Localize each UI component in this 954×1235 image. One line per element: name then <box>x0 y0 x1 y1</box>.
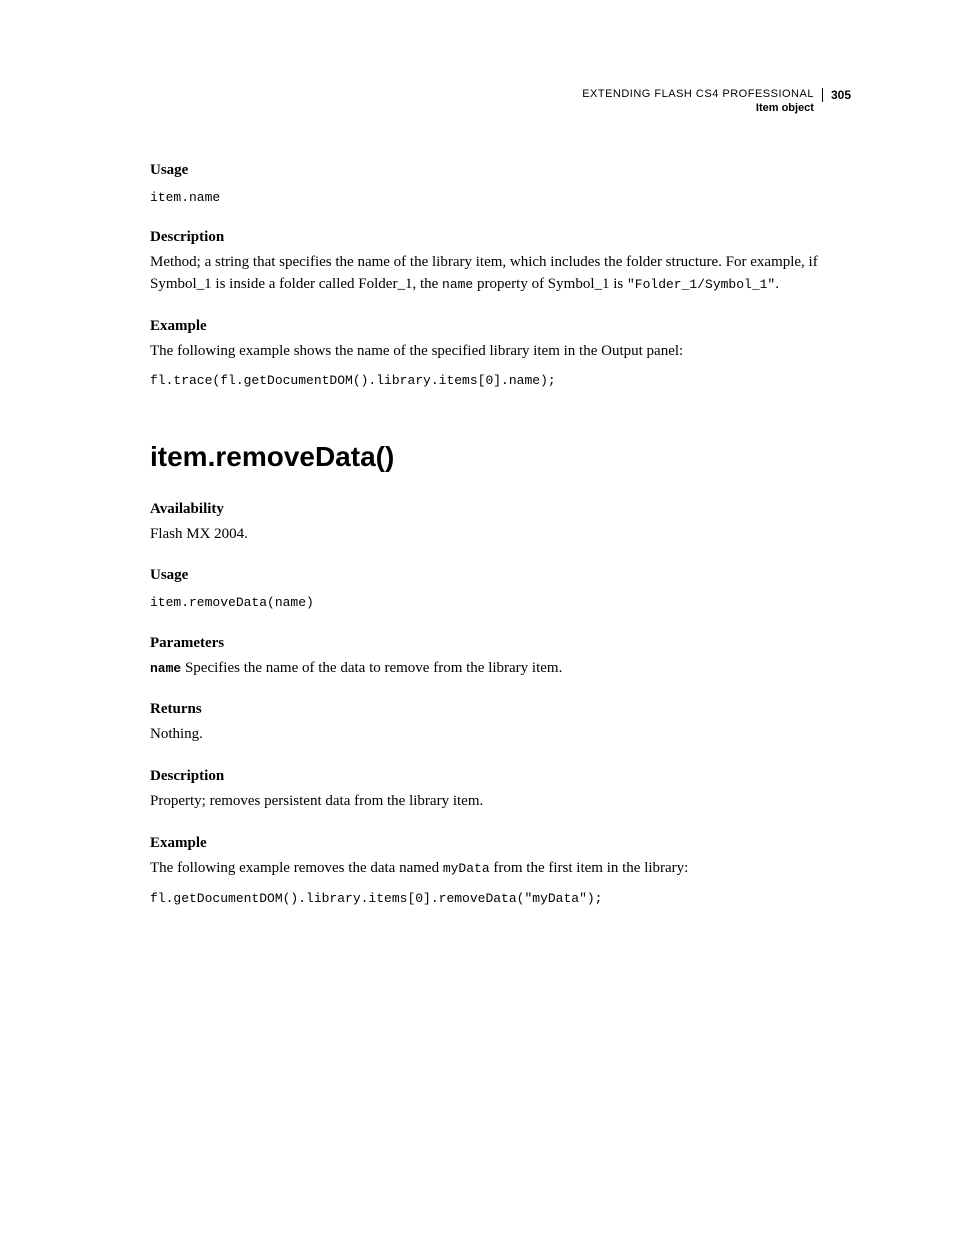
description-text: Method; a string that specifies the name… <box>150 252 851 296</box>
description-label: Description <box>150 229 851 246</box>
description-text-part3: . <box>775 276 779 292</box>
usage-label: Usage <box>150 162 851 179</box>
example-label: Example <box>150 318 851 335</box>
example-inline-code: myData <box>443 861 490 876</box>
param-description: Specifies the name of the data to remove… <box>181 660 562 676</box>
usage-code: item.name <box>150 189 851 207</box>
header-text-block: EXTENDING FLASH CS4 PROFESSIONAL Item ob… <box>582 88 822 114</box>
description-code-path: "Folder_1/Symbol_1" <box>627 277 775 292</box>
header-title: EXTENDING FLASH CS4 PROFESSIONAL <box>582 88 814 100</box>
usage-code-2: item.removeData(name) <box>150 594 851 612</box>
example-text: The following example shows the name of … <box>150 341 851 363</box>
parameters-text: name Specifies the name of the data to r… <box>150 658 851 680</box>
description-label-2: Description <box>150 768 851 785</box>
availability-label: Availability <box>150 501 851 518</box>
example-text-2: The following example removes the data n… <box>150 858 851 880</box>
method-heading: item.removeData() <box>150 441 851 473</box>
availability-text: Flash MX 2004. <box>150 524 851 546</box>
description-text-part2: property of Symbol_1 is <box>473 276 627 292</box>
header-subtitle: Item object <box>582 102 814 114</box>
page-header: EXTENDING FLASH CS4 PROFESSIONAL Item ob… <box>150 88 851 114</box>
param-name: name <box>150 661 181 676</box>
document-page: EXTENDING FLASH CS4 PROFESSIONAL Item ob… <box>0 0 954 908</box>
example-code-2: fl.getDocumentDOM().library.items[0].rem… <box>150 890 851 908</box>
returns-label: Returns <box>150 701 851 718</box>
description-text-2: Property; removes persistent data from t… <box>150 791 851 813</box>
description-code-name: name <box>442 277 473 292</box>
returns-text: Nothing. <box>150 724 851 746</box>
usage-label-2: Usage <box>150 567 851 584</box>
example-text-part1: The following example removes the data n… <box>150 860 443 876</box>
parameters-label: Parameters <box>150 635 851 652</box>
example-text-part2: from the first item in the library: <box>490 860 689 876</box>
example-code: fl.trace(fl.getDocumentDOM().library.ite… <box>150 372 851 390</box>
example-label-2: Example <box>150 835 851 852</box>
page-number: 305 <box>822 88 851 102</box>
